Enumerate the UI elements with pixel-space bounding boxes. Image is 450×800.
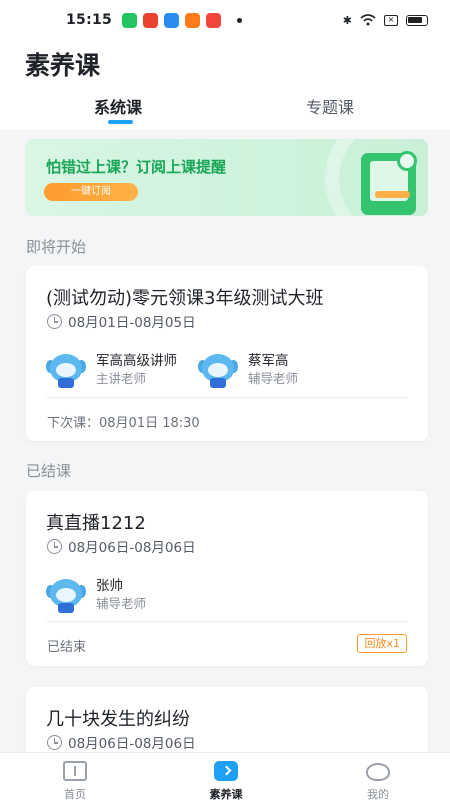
clock-icon — [47, 538, 62, 554]
teacher-role: 辅导老师 — [96, 596, 147, 611]
book-icon — [63, 761, 87, 781]
page-header: 素养课 系统课 专题课 — [0, 40, 450, 130]
teacher-role: 辅导老师 — [248, 371, 299, 386]
nav-home[interactable]: 首页 — [35, 753, 115, 800]
clock-icon — [47, 734, 62, 750]
teacher-avatar — [46, 577, 86, 613]
status-bar: 15:15 ✱ × — [0, 0, 450, 40]
app-blue-icon — [164, 12, 180, 28]
teacher-name: 军高高级讲师 — [96, 353, 177, 369]
bluetooth-icon: ✱ — [342, 13, 352, 27]
course-date: 08月06日-08月06日 — [47, 734, 196, 752]
tab-system-course[interactable]: 系统课 — [94, 94, 142, 118]
battery-icon — [406, 14, 428, 26]
teacher-main: 军高高级讲师 主讲老师 — [46, 350, 177, 390]
status-indicators: ✱ × — [343, 14, 428, 27]
tab-topic-course[interactable]: 专题课 — [306, 94, 354, 118]
card-divider — [46, 621, 408, 622]
sim-icon: × — [384, 14, 398, 26]
play-icon — [214, 761, 238, 781]
clock-icon — [47, 313, 62, 329]
nav-home-label: 首页 — [64, 788, 86, 800]
course-date-text: 08月01日-08月05日 — [68, 315, 196, 331]
app-orange-icon — [185, 12, 201, 28]
course-card[interactable]: 真直播1212 08月06日-08月06日 张帅 辅导老师 已结束 回放x1 — [26, 491, 428, 666]
next-class-text: 下次课：08月01日 18:30 — [47, 416, 200, 431]
course-title: (测试勿动)零元领课3年级测试大班 — [46, 288, 324, 309]
teacher-avatar — [198, 352, 238, 388]
card-divider — [46, 397, 408, 398]
video-app-icon — [206, 12, 222, 28]
wifi-icon — [360, 14, 376, 26]
teacher-name: 蔡军高 — [248, 353, 289, 369]
course-card[interactable]: (测试勿动)零元领课3年级测试大班 08月01日-08月05日 军高高级讲师 主… — [26, 266, 428, 441]
nav-literacy-label: 素养课 — [209, 788, 243, 800]
page-title: 素养课 — [25, 51, 101, 80]
active-tab-indicator — [108, 120, 133, 124]
course-status-text: 已结束 — [47, 640, 87, 655]
teacher-assistant: 张帅 辅导老师 — [46, 575, 146, 615]
teacher-name: 张帅 — [96, 578, 123, 594]
course-date: 08月06日-08月06日 — [47, 538, 196, 556]
teacher-assistant: 蔡军高 辅导老师 — [198, 350, 298, 390]
subscribe-banner[interactable]: 怕错过上课？订阅上课提醒 一键订阅 — [25, 139, 428, 216]
section-upcoming: 即将开始 — [26, 238, 87, 256]
phone-button-illustration — [375, 191, 410, 198]
weibo-icon — [143, 12, 159, 28]
profile-icon — [366, 763, 390, 781]
status-time: 15:15 — [66, 12, 113, 28]
course-title: 真直播1212 — [46, 513, 146, 534]
course-date-text: 08月06日-08月06日 — [68, 736, 196, 752]
banner-text: 怕错过上课？订阅上课提醒 — [46, 158, 227, 176]
notification-dot-icon — [237, 17, 243, 23]
nav-profile[interactable]: 我的 — [338, 753, 418, 800]
app-green-icon — [122, 12, 138, 28]
course-date-text: 08月06日-08月06日 — [68, 540, 196, 556]
bottom-nav: 首页 素养课 我的 — [0, 752, 450, 800]
replay-badge[interactable]: 回放x1 — [357, 634, 407, 653]
course-date: 08月01日-08月05日 — [47, 313, 196, 331]
nav-literacy-course[interactable]: 素养课 — [186, 753, 266, 800]
alarm-clock-icon — [397, 151, 417, 171]
teacher-role: 主讲老师 — [96, 371, 147, 386]
nav-profile-label: 我的 — [367, 788, 389, 800]
course-title: 几十块发生的纠纷 — [46, 709, 190, 730]
subscribe-button[interactable]: 一键订阅 — [44, 183, 138, 201]
teacher-avatar — [46, 352, 86, 388]
section-finished: 已结课 — [26, 462, 72, 480]
